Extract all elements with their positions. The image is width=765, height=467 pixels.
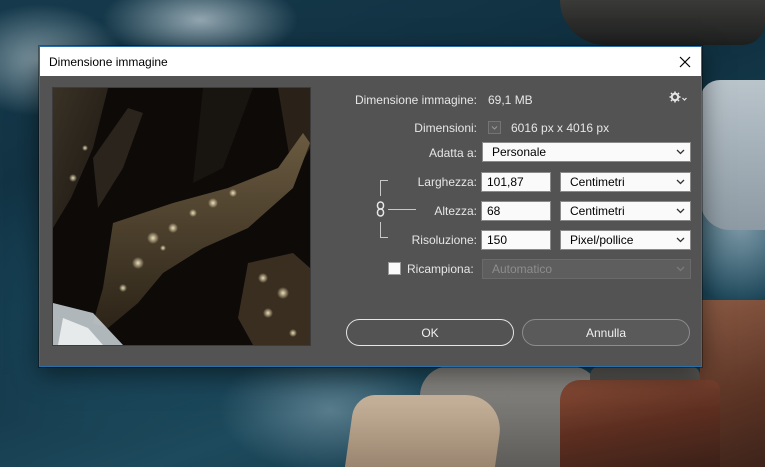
- constrain-proportions-button[interactable]: [375, 201, 386, 217]
- dialog-title: Dimensione immagine: [49, 54, 168, 69]
- image-size-label: Dimensione immagine:: [354, 93, 477, 107]
- width-unit-select[interactable]: Centimetri: [560, 172, 691, 192]
- resolution-unit-select[interactable]: Pixel/pollice: [560, 230, 691, 250]
- height-unit-value: Centimetri: [570, 204, 625, 218]
- width-unit-value: Centimetri: [570, 175, 625, 189]
- cancel-button-label: Annulla: [585, 325, 627, 340]
- image-size-value: 69,1 MB: [488, 93, 533, 107]
- close-button[interactable]: [669, 47, 701, 76]
- background-rock: [344, 395, 506, 467]
- height-unit-select[interactable]: Centimetri: [560, 201, 691, 221]
- title-bar[interactable]: Dimensione immagine: [40, 47, 701, 76]
- ok-button-label: OK: [421, 325, 439, 340]
- width-input[interactable]: 101,87: [481, 172, 551, 192]
- resolution-input[interactable]: 150: [481, 230, 551, 250]
- resample-method-select[interactable]: Automatico: [482, 259, 691, 279]
- height-label: Altezza:: [434, 204, 477, 218]
- resample-label: Ricampiona:: [407, 262, 474, 276]
- dimensions-label: Dimensioni:: [414, 121, 477, 135]
- link-bracket-bottom: [380, 222, 388, 238]
- resolution-value: 150: [487, 233, 508, 247]
- fit-to-value: Personale: [492, 145, 547, 159]
- background-rock: [560, 380, 720, 467]
- link-bracket-top: [380, 180, 388, 196]
- chevron-down-icon: [676, 149, 685, 155]
- width-value: 101,87: [487, 175, 524, 189]
- dimensions-value: 6016 px x 4016 px: [511, 121, 610, 135]
- chevron-down-icon: [676, 266, 685, 272]
- close-icon: [679, 56, 691, 67]
- chain-link-icon: [376, 201, 385, 217]
- chevron-down-icon: [676, 208, 685, 214]
- ok-button[interactable]: OK: [346, 319, 514, 346]
- dimensions-units-toggle[interactable]: [488, 121, 501, 134]
- width-label: Larghezza:: [417, 175, 477, 189]
- resample-method-value: Automatico: [492, 262, 553, 276]
- link-connector: [388, 209, 416, 210]
- image-size-dialog: Dimensione immagine Dimensione immagine:…: [39, 46, 702, 367]
- dialog-content: Dimensione immagine: 69,1 MB Dimensioni:…: [40, 76, 701, 366]
- cancel-button[interactable]: Annulla: [522, 319, 690, 346]
- height-value: 68: [487, 204, 501, 218]
- settings-button[interactable]: [669, 90, 687, 104]
- background-rock: [560, 0, 765, 45]
- resample-checkbox[interactable]: [388, 262, 401, 275]
- fit-to-select[interactable]: Personale: [482, 142, 691, 162]
- resolution-unit-value: Pixel/pollice: [570, 233, 634, 247]
- chevron-down-icon: [491, 126, 498, 130]
- fit-to-label: Adatta a:: [428, 146, 477, 160]
- gear-icon: [669, 91, 687, 103]
- background-rock: [700, 80, 765, 230]
- chevron-down-icon: [676, 179, 685, 185]
- resolution-label: Risoluzione:: [411, 233, 477, 247]
- height-input[interactable]: 68: [481, 201, 551, 221]
- image-preview[interactable]: [52, 87, 311, 346]
- chevron-down-icon: [676, 237, 685, 243]
- preview-image: [53, 88, 310, 345]
